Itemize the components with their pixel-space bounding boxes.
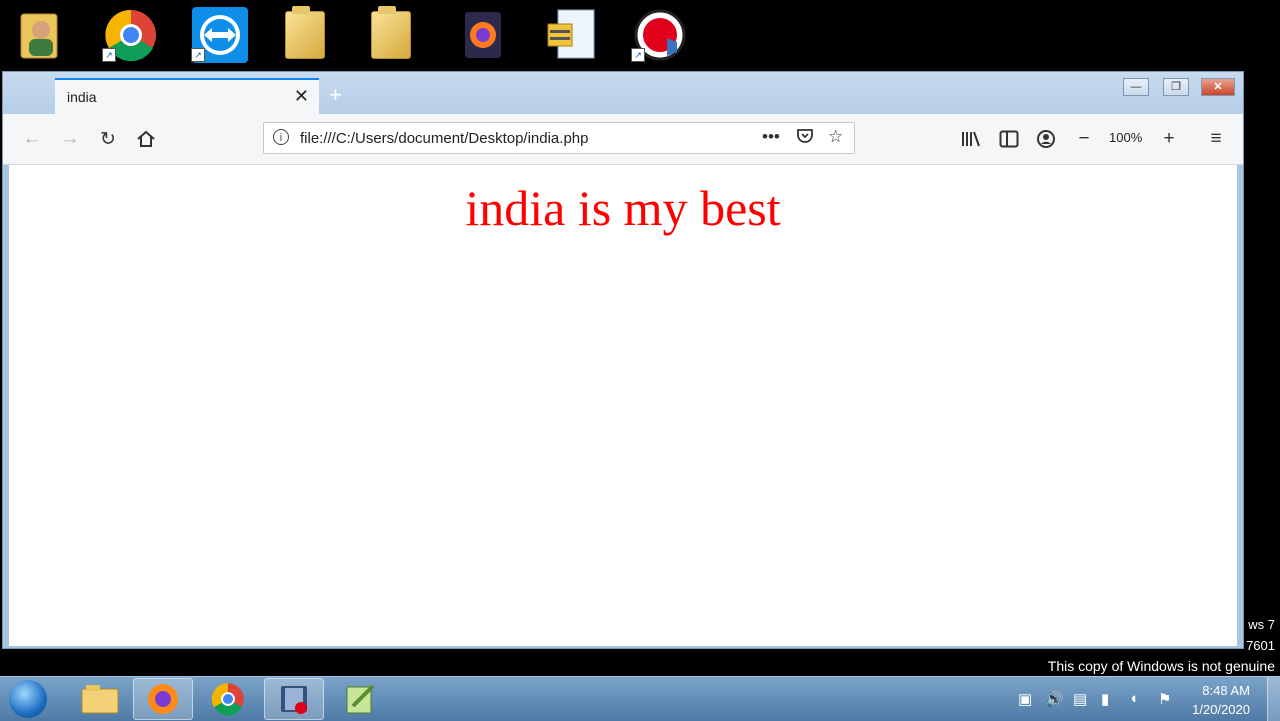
browser-window: india ✕ + — ❐ ✕ ← → ↻ i file:///C:/Users… <box>2 71 1244 649</box>
watermark-line-1: ws 7 <box>1248 617 1275 632</box>
zip-folder-shape <box>371 6 411 59</box>
network-adapter-icon[interactable]: ▣ <box>1018 690 1032 708</box>
chrome-shortcut-icon[interactable]: ↗ <box>102 6 160 64</box>
system-clock[interactable]: 8:48 AM 1/20/2020 <box>1192 681 1250 719</box>
page-content: india is my best <box>9 165 1237 646</box>
folder-icon[interactable] <box>276 6 334 64</box>
pocket-icon[interactable] <box>796 127 814 150</box>
show-desktop-button[interactable] <box>1267 677 1280 721</box>
taskbar-recorder-icon[interactable] <box>264 678 324 720</box>
tab-bar: india ✕ + — ❐ ✕ <box>3 72 1243 114</box>
restore-button[interactable]: ❐ <box>1163 78 1189 96</box>
tab-close-icon[interactable]: ✕ <box>294 86 309 107</box>
volume-icon[interactable]: ◖ <box>1129 690 1138 707</box>
window-close-button[interactable]: ✕ <box>1201 78 1235 96</box>
account-icon[interactable] <box>1033 126 1059 152</box>
home-icon[interactable] <box>133 126 159 152</box>
watermark-notice: This copy of Windows is not genuine <box>1047 658 1275 674</box>
watermark-line-2: 7601 <box>1246 638 1275 653</box>
start-button[interactable] <box>9 680 47 718</box>
archive-file-icon[interactable] <box>542 6 600 64</box>
back-arrow-icon[interactable]: ← <box>19 126 45 152</box>
zoom-level[interactable]: 100% <box>1109 130 1142 145</box>
sound-icon[interactable]: 🔊 <box>1045 690 1064 708</box>
clock-time: 8:48 AM <box>1202 683 1250 698</box>
action-center-flag-icon[interactable]: ⚑ <box>1158 690 1171 708</box>
screen-recorder-shortcut-icon[interactable]: ↗ <box>631 6 689 64</box>
address-bar[interactable]: i file:///C:/Users/document/Desktop/indi… <box>263 122 855 154</box>
tray-app-icon[interactable]: ▤ <box>1073 690 1087 708</box>
minimize-button[interactable]: — <box>1123 78 1149 96</box>
zoom-out-icon[interactable]: − <box>1071 126 1097 152</box>
forward-arrow-icon[interactable]: → <box>57 126 83 152</box>
page-actions-icon[interactable]: ••• <box>762 127 780 147</box>
reload-icon[interactable]: ↻ <box>95 126 121 152</box>
taskbar-notepad-plus-plus-icon[interactable] <box>330 678 390 720</box>
taskbar-chrome-icon[interactable] <box>198 678 258 720</box>
teamviewer-shortcut-icon[interactable]: ↗ <box>191 6 249 64</box>
taskbar-firefox-icon[interactable] <box>133 678 193 720</box>
user-folder-icon[interactable] <box>12 6 70 64</box>
url-text[interactable]: file:///C:/Users/document/Desktop/india.… <box>300 130 588 147</box>
bookmark-star-icon[interactable]: ☆ <box>828 127 843 147</box>
tab-india[interactable]: india ✕ <box>55 78 319 114</box>
shortcut-arrow-icon: ↗ <box>191 48 205 62</box>
taskbar: ▣ 🔊 ▤ ▮ ◖ ⚑ 8:48 AM 1/20/2020 <box>0 676 1280 721</box>
library-icon[interactable] <box>958 126 984 152</box>
menu-icon[interactable]: ≡ <box>1203 126 1229 152</box>
site-info-icon[interactable]: i <box>273 129 289 145</box>
signal-bars-icon[interactable]: ▮ <box>1101 690 1109 708</box>
zoom-in-icon[interactable]: + <box>1156 126 1182 152</box>
new-tab-button[interactable]: + <box>329 82 342 108</box>
navigation-toolbar: ← → ↻ i file:///C:/Users/document/Deskto… <box>3 114 1243 165</box>
zip-folder-icon[interactable] <box>362 6 420 64</box>
page-headline: india is my best <box>465 180 781 236</box>
firefox-installer-icon[interactable] <box>454 6 512 64</box>
shortcut-arrow-icon: ↗ <box>631 48 645 62</box>
folder-shape <box>285 6 325 59</box>
taskbar-explorer-icon[interactable] <box>70 678 130 720</box>
clock-date: 1/20/2020 <box>1192 702 1250 717</box>
tab-title: india <box>67 89 97 105</box>
shortcut-arrow-icon: ↗ <box>102 48 116 62</box>
sidebar-icon[interactable] <box>996 126 1022 152</box>
